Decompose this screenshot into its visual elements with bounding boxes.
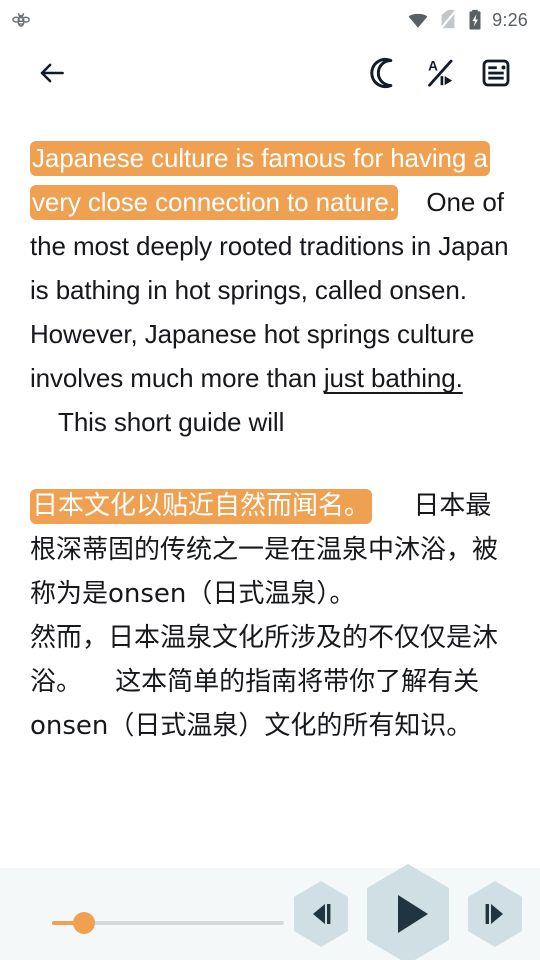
player-bar bbox=[0, 864, 540, 960]
play-button[interactable] bbox=[362, 862, 454, 960]
sentence-gap-zh-2 bbox=[82, 667, 115, 697]
previous-button[interactable] bbox=[290, 879, 352, 949]
sentence-gap-en-2 bbox=[30, 407, 58, 437]
paragraph-english[interactable]: Japanese culture is famous for having a … bbox=[30, 136, 512, 444]
underlined-phrase-en[interactable]: just bathing. bbox=[324, 363, 463, 393]
reader-content[interactable]: Japanese culture is famous for having a … bbox=[0, 106, 540, 868]
status-bar-clock: 9:26 bbox=[492, 9, 528, 30]
highlighted-sentence-zh[interactable]: 日本文化以贴近自然而闻名。 bbox=[30, 489, 373, 524]
paragraph-chinese[interactable]: 日本文化以贴近自然而闻名。 日本最根深蒂固的传统之一是在温泉中沐浴，被称为是on… bbox=[30, 484, 512, 748]
text-to-speech-icon: A bbox=[423, 56, 457, 90]
next-button[interactable] bbox=[464, 879, 526, 949]
status-bar-right: 9:26 bbox=[407, 9, 528, 31]
text-to-speech-button[interactable]: A bbox=[412, 45, 468, 101]
sentence-gap-zh-1 bbox=[372, 491, 413, 521]
status-bar: 9:26 bbox=[0, 0, 540, 40]
bee-icon bbox=[10, 9, 32, 31]
moon-icon bbox=[367, 56, 401, 90]
wifi-icon bbox=[407, 9, 429, 31]
battery-charging-icon bbox=[467, 9, 483, 31]
back-arrow-icon bbox=[37, 58, 67, 88]
sentence-gap-en-1 bbox=[398, 187, 427, 217]
svg-text:A: A bbox=[428, 59, 438, 74]
app-bar: A bbox=[0, 40, 540, 106]
transport-controls bbox=[290, 864, 526, 960]
article-icon bbox=[480, 57, 512, 89]
article-view-button[interactable] bbox=[468, 45, 524, 101]
back-button[interactable] bbox=[24, 45, 80, 101]
no-sim-icon bbox=[438, 9, 458, 31]
speed-slider[interactable] bbox=[52, 912, 284, 934]
status-bar-left bbox=[10, 9, 32, 31]
slider-thumb[interactable] bbox=[73, 912, 95, 934]
night-mode-button[interactable] bbox=[356, 45, 412, 101]
sentence-en-4[interactable]: This short guide will bbox=[58, 407, 284, 437]
